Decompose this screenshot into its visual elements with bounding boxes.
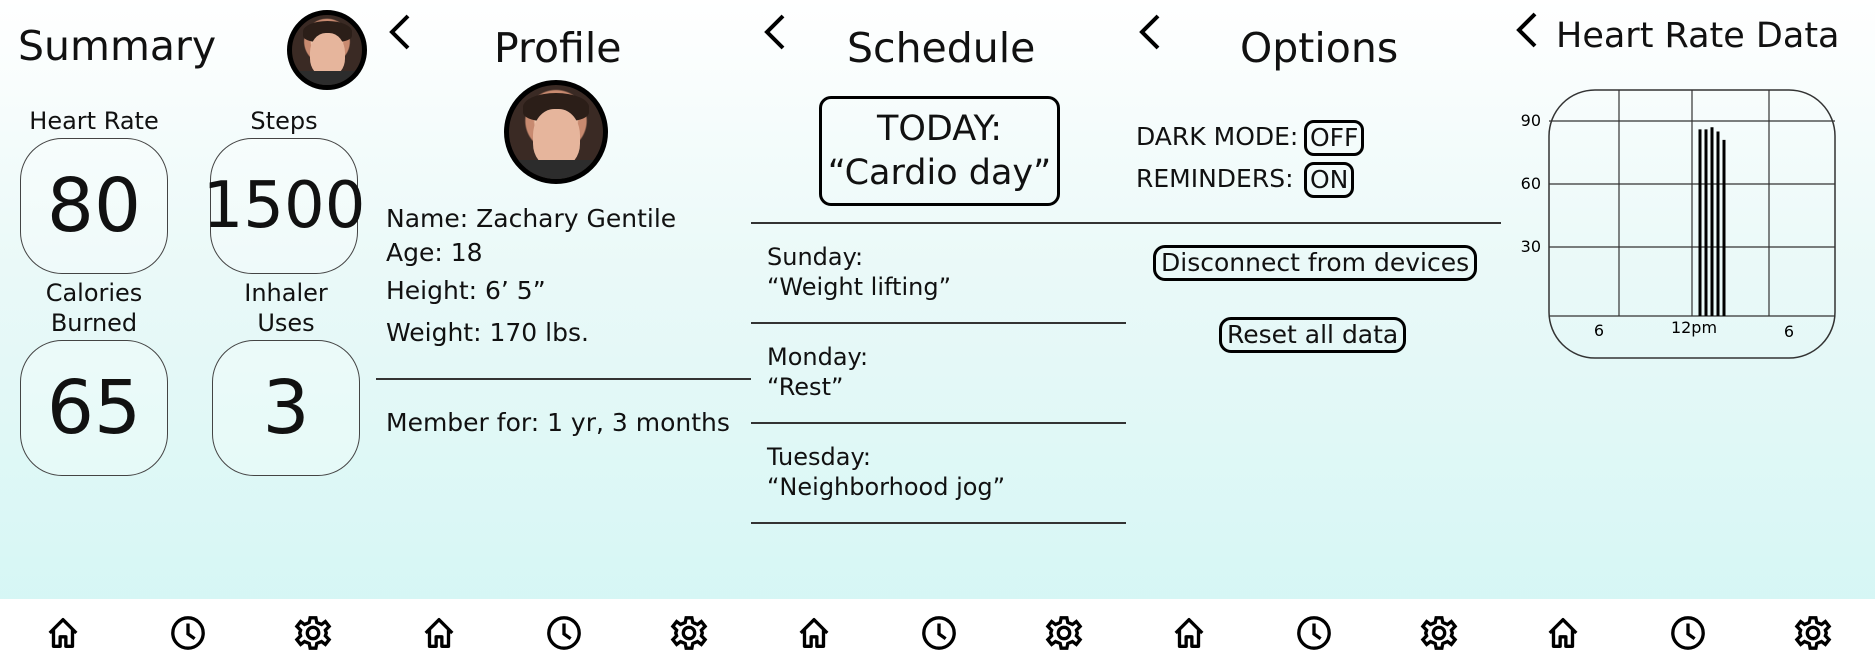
member-duration: Member for: 1 yr, 3 months (386, 408, 730, 437)
back-button[interactable] (386, 10, 414, 54)
inhaler-value[interactable]: 3 (212, 340, 360, 476)
bottom-nav (0, 599, 376, 667)
day-activity: “Rest” (767, 373, 844, 401)
day-activity: “Neighborhood jog” (767, 473, 1006, 501)
heart-rate-value[interactable]: 80 (20, 138, 168, 274)
calories-label: Calories Burned (45, 279, 143, 337)
day-activity: “Weight lifting” (767, 273, 951, 301)
bottom-nav (751, 599, 1127, 667)
clock-icon[interactable] (545, 614, 583, 652)
divider (751, 322, 1127, 324)
chevron-left-icon (1516, 12, 1537, 48)
reminders-toggle[interactable]: ON (1304, 162, 1355, 198)
profile-age: Age: 18 (386, 238, 483, 267)
profile-height: Height: 6’ 5” (386, 276, 546, 305)
options-screen: Options DARK MODE: OFF REMINDERS: ON Dis… (1126, 0, 1502, 667)
bottom-nav (1126, 599, 1502, 667)
profile-screen: Profile Name: Zachary Gentile Age: 18 He… (376, 0, 752, 667)
profile-weight: Weight: 170 lbs. (386, 318, 589, 347)
back-button[interactable] (761, 10, 789, 54)
gear-icon[interactable] (1420, 614, 1458, 652)
steps-label: Steps (250, 107, 318, 135)
disconnect-devices-button[interactable]: Disconnect from devices (1153, 245, 1478, 281)
steps-value[interactable]: 1500 (203, 138, 365, 274)
heart-rate-screen: Heart Rate Data 30 60 90 6 12pm 6 (1501, 0, 1875, 667)
day-label: Sunday: (767, 243, 864, 271)
day-label: Tuesday: (767, 443, 871, 471)
divider (751, 422, 1127, 424)
profile-name: Name: Zachary Gentile (386, 204, 677, 233)
divider (751, 522, 1127, 524)
avatar[interactable] (287, 10, 367, 90)
today-activity: “Cardio day” (827, 153, 1052, 193)
chevron-left-icon (1139, 14, 1160, 50)
home-icon[interactable] (1170, 614, 1208, 652)
clock-icon[interactable] (1295, 614, 1333, 652)
heart-rate-chart[interactable]: 30 60 90 6 12pm 6 (1501, 80, 1875, 380)
summary-screen: Summary Heart Rate 80 Steps 1500 Calorie… (0, 0, 376, 667)
divider (751, 222, 1127, 224)
inhaler-label: Inhaler Uses (244, 279, 328, 337)
schedule-screen: Schedule TODAY: “Cardio day” Sunday: “We… (751, 0, 1127, 667)
y-tick-label: 30 (1521, 237, 1541, 256)
x-tick-label: 6 (1784, 322, 1794, 341)
y-tick-label: 90 (1521, 111, 1541, 130)
page-title: Profile (494, 24, 622, 72)
list-item-monday[interactable]: Monday: “Rest” (767, 342, 868, 402)
divider (376, 378, 752, 380)
gear-icon[interactable] (1794, 614, 1832, 652)
back-button[interactable] (1136, 10, 1164, 54)
day-label: Monday: (767, 343, 869, 371)
page-title: Summary (18, 22, 217, 70)
divider (1126, 222, 1502, 224)
x-tick-label: 12pm (1671, 318, 1717, 337)
clock-icon[interactable] (1669, 614, 1707, 652)
x-tick-label: 6 (1594, 321, 1604, 340)
bottom-nav (376, 599, 752, 667)
reset-data-button[interactable]: Reset all data (1219, 317, 1407, 353)
list-item-sunday[interactable]: Sunday: “Weight lifting” (767, 242, 951, 302)
clock-icon[interactable] (920, 614, 958, 652)
home-icon[interactable] (44, 614, 82, 652)
today-label: TODAY: (876, 109, 1002, 149)
back-button[interactable] (1513, 8, 1541, 52)
clock-icon[interactable] (169, 614, 207, 652)
dark-mode-label: DARK MODE: (1136, 122, 1299, 151)
page-title: Options (1240, 24, 1399, 72)
home-icon[interactable] (795, 614, 833, 652)
bottom-nav (1501, 599, 1875, 667)
page-title: Heart Rate Data (1556, 16, 1840, 56)
chevron-left-icon (764, 14, 785, 50)
reminders-label: REMINDERS: (1136, 164, 1294, 193)
dark-mode-toggle[interactable]: OFF (1304, 120, 1365, 156)
y-tick-label: 60 (1521, 174, 1541, 193)
gear-icon[interactable] (1045, 614, 1083, 652)
home-icon[interactable] (420, 614, 458, 652)
calories-value[interactable]: 65 (20, 340, 168, 476)
home-icon[interactable] (1544, 614, 1582, 652)
gear-icon[interactable] (294, 614, 332, 652)
chevron-left-icon (389, 14, 410, 50)
gear-icon[interactable] (670, 614, 708, 652)
page-title: Schedule (847, 24, 1036, 72)
today-card[interactable]: TODAY: “Cardio day” (819, 96, 1060, 206)
list-item-tuesday[interactable]: Tuesday: “Neighborhood jog” (767, 442, 1005, 502)
avatar (504, 80, 608, 184)
heart-rate-label: Heart Rate (29, 107, 159, 135)
